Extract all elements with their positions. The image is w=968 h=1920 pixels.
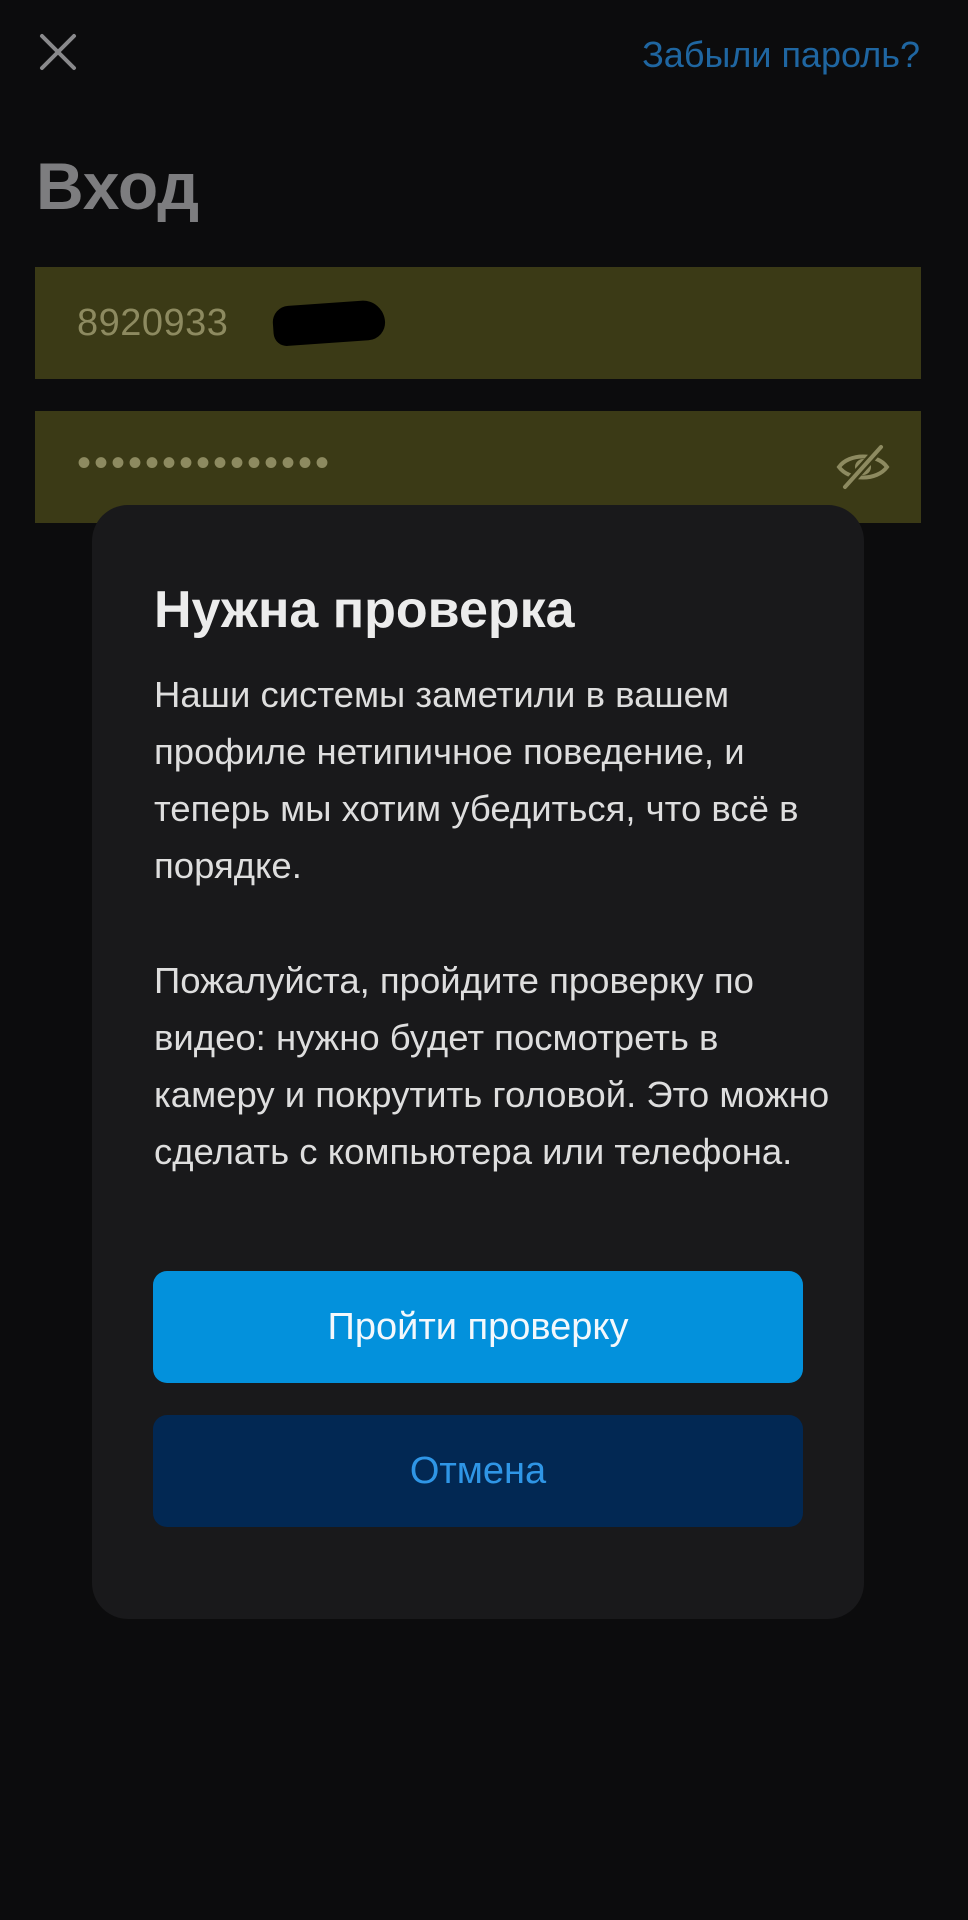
phone-field[interactable]: 8920933 bbox=[35, 267, 921, 379]
page-title: Вход bbox=[36, 149, 200, 223]
cancel-button[interactable]: Отмена bbox=[153, 1415, 803, 1527]
start-verification-button[interactable]: Пройти проверку bbox=[153, 1271, 803, 1383]
close-icon bbox=[40, 34, 76, 70]
eye-off-icon[interactable] bbox=[835, 443, 891, 491]
verification-dialog: Нужна проверка Наши системы заметили в в… bbox=[92, 505, 864, 1619]
forgot-password-link[interactable]: Забыли пароль? bbox=[642, 33, 920, 77]
dialog-title: Нужна проверка bbox=[154, 581, 575, 639]
password-value: ••••••••••••••• bbox=[77, 441, 333, 485]
dialog-paragraph-2: Пожалуйста, пройдите проверку по видео: … bbox=[154, 960, 830, 1172]
dialog-paragraph-1: Наши системы заметили в вашем профиле не… bbox=[154, 674, 799, 886]
phone-value: 8920933 bbox=[77, 302, 229, 344]
close-button[interactable] bbox=[36, 30, 80, 74]
redaction-mark bbox=[271, 299, 387, 347]
